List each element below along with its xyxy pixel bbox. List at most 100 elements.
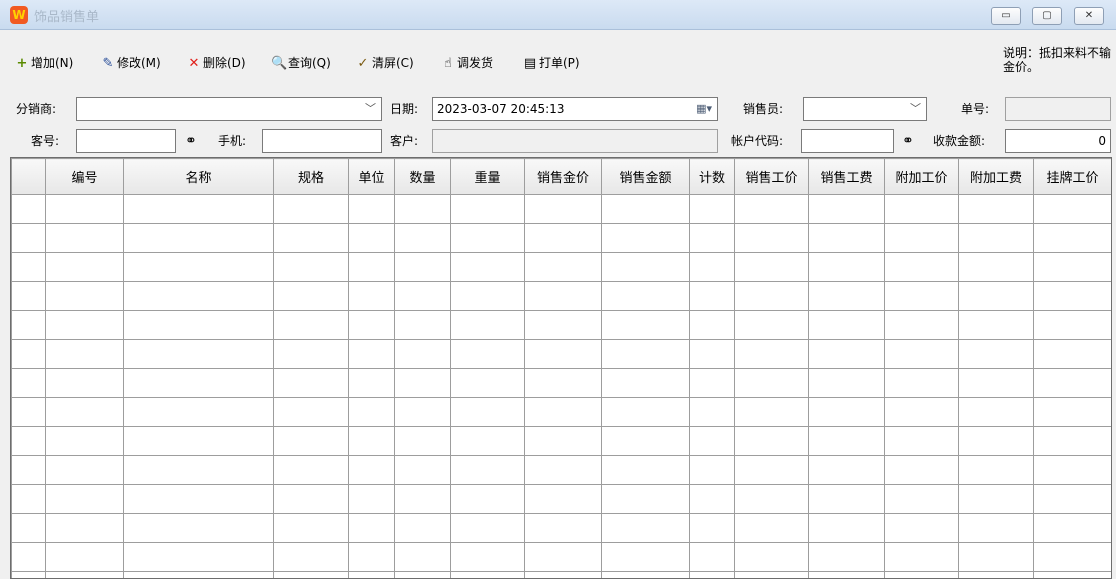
column-header[interactable]: 规格	[273, 158, 349, 195]
binoculars-icon[interactable]: ⚭	[185, 131, 197, 151]
table-cell[interactable]	[734, 397, 809, 427]
table-cell[interactable]	[123, 310, 274, 340]
table-cell[interactable]	[1033, 252, 1111, 282]
table-cell[interactable]	[348, 252, 395, 282]
table-cell[interactable]	[689, 252, 735, 282]
table-cell[interactable]	[808, 339, 885, 369]
table-cell[interactable]	[348, 542, 395, 572]
table-cell[interactable]	[273, 252, 349, 282]
table-cell[interactable]	[394, 252, 451, 282]
table-cell[interactable]	[884, 223, 959, 253]
column-header[interactable]: 销售工费	[808, 158, 885, 195]
table-cell[interactable]	[734, 571, 809, 578]
table-cell[interactable]	[394, 368, 451, 398]
table-cell[interactable]	[884, 281, 959, 311]
transfer-button[interactable]: ☝ 调发货	[440, 54, 493, 72]
table-cell[interactable]	[689, 542, 735, 572]
delete-button[interactable]: ✕ 删除(D)	[186, 54, 246, 72]
row-selector-cell[interactable]	[11, 281, 46, 311]
minimize-button[interactable]: ▭	[991, 7, 1021, 25]
table-cell[interactable]	[884, 426, 959, 456]
table-cell[interactable]	[734, 310, 809, 340]
customer-no-field[interactable]	[76, 129, 176, 153]
table-cell[interactable]	[273, 426, 349, 456]
table-cell[interactable]	[394, 194, 451, 224]
row-selector-cell[interactable]	[11, 252, 46, 282]
table-cell[interactable]	[450, 252, 525, 282]
column-header[interactable]: 计数	[689, 158, 735, 195]
table-cell[interactable]	[524, 281, 602, 311]
table-cell[interactable]	[394, 571, 451, 578]
table-cell[interactable]	[1033, 339, 1111, 369]
table-cell[interactable]	[1033, 397, 1111, 427]
row-selector-cell[interactable]	[11, 484, 46, 514]
column-header[interactable]: 销售金额	[601, 158, 690, 195]
table-cell[interactable]	[450, 513, 525, 543]
table-row[interactable]	[11, 571, 1111, 578]
clear-button[interactable]: ✓ 清屏(C)	[355, 54, 414, 72]
row-selector-header[interactable]	[11, 158, 46, 195]
table-cell[interactable]	[689, 223, 735, 253]
table-cell[interactable]	[958, 513, 1034, 543]
table-cell[interactable]	[450, 339, 525, 369]
table-row[interactable]	[11, 484, 1111, 514]
table-cell[interactable]	[958, 426, 1034, 456]
table-cell[interactable]	[123, 252, 274, 282]
table-cell[interactable]	[348, 426, 395, 456]
table-cell[interactable]	[45, 426, 124, 456]
table-cell[interactable]	[348, 368, 395, 398]
column-header[interactable]: 附加工费	[958, 158, 1034, 195]
table-cell[interactable]	[884, 310, 959, 340]
table-cell[interactable]	[808, 513, 885, 543]
table-cell[interactable]	[689, 339, 735, 369]
row-selector-cell[interactable]	[11, 426, 46, 456]
table-cell[interactable]	[884, 571, 959, 578]
table-cell[interactable]	[45, 252, 124, 282]
table-cell[interactable]	[45, 571, 124, 578]
table-cell[interactable]	[601, 571, 690, 578]
table-cell[interactable]	[273, 571, 349, 578]
customer-field[interactable]	[432, 129, 718, 153]
table-cell[interactable]	[123, 513, 274, 543]
table-cell[interactable]	[958, 252, 1034, 282]
table-cell[interactable]	[273, 397, 349, 427]
table-cell[interactable]	[394, 455, 451, 485]
table-cell[interactable]	[884, 368, 959, 398]
row-selector-cell[interactable]	[11, 513, 46, 543]
table-cell[interactable]	[394, 484, 451, 514]
column-header[interactable]: 销售金价	[524, 158, 602, 195]
table-cell[interactable]	[394, 339, 451, 369]
table-cell[interactable]	[958, 542, 1034, 572]
column-header[interactable]: 附加工价	[884, 158, 959, 195]
table-cell[interactable]	[394, 513, 451, 543]
table-cell[interactable]	[394, 281, 451, 311]
table-cell[interactable]	[884, 513, 959, 543]
table-cell[interactable]	[123, 223, 274, 253]
table-cell[interactable]	[123, 339, 274, 369]
table-cell[interactable]	[45, 513, 124, 543]
table-cell[interactable]	[808, 455, 885, 485]
table-cell[interactable]	[348, 513, 395, 543]
table-cell[interactable]	[601, 339, 690, 369]
table-cell[interactable]	[689, 484, 735, 514]
table-cell[interactable]	[45, 455, 124, 485]
row-selector-cell[interactable]	[11, 194, 46, 224]
table-row[interactable]	[11, 310, 1111, 340]
table-cell[interactable]	[348, 455, 395, 485]
table-cell[interactable]	[689, 455, 735, 485]
table-cell[interactable]	[884, 397, 959, 427]
table-row[interactable]	[11, 223, 1111, 253]
table-cell[interactable]	[689, 368, 735, 398]
table-cell[interactable]	[524, 571, 602, 578]
table-cell[interactable]	[808, 310, 885, 340]
table-cell[interactable]	[808, 281, 885, 311]
table-cell[interactable]	[601, 310, 690, 340]
table-cell[interactable]	[1033, 571, 1111, 578]
table-row[interactable]	[11, 281, 1111, 311]
table-cell[interactable]	[45, 223, 124, 253]
table-cell[interactable]	[734, 455, 809, 485]
column-header[interactable]: 编号	[45, 158, 124, 195]
row-selector-cell[interactable]	[11, 368, 46, 398]
row-selector-cell[interactable]	[11, 455, 46, 485]
table-cell[interactable]	[524, 542, 602, 572]
